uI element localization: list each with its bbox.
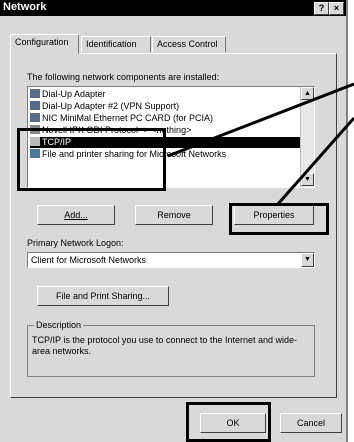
- callout-line-tcpip: [167, 82, 354, 158]
- callout-line-properties: [276, 117, 354, 205]
- callout-pointer-lines: [167, 82, 354, 205]
- tab-configuration[interactable]: Configuration: [10, 34, 79, 54]
